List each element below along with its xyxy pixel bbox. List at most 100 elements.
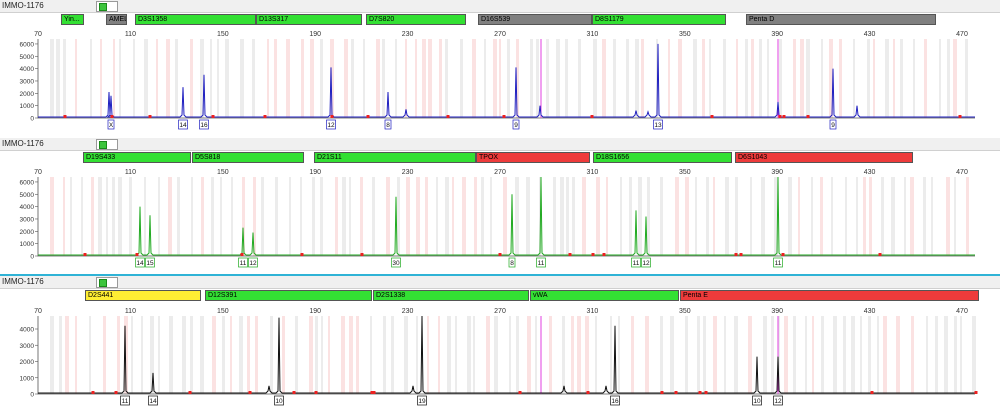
allele-call-label[interactable]: 12 bbox=[327, 122, 335, 129]
allele-call-label[interactable]: 19 bbox=[418, 398, 426, 405]
marker-d21s11[interactable]: D21S11 bbox=[314, 152, 476, 163]
bin-shade bbox=[596, 177, 600, 256]
allele-call-label[interactable]: 14 bbox=[149, 398, 157, 405]
allele-call-label[interactable]: 14 bbox=[136, 260, 144, 267]
allele-call-label[interactable]: 11 bbox=[775, 260, 782, 267]
bin-shade bbox=[312, 177, 315, 256]
marker-d5s818[interactable]: D5S818 bbox=[192, 152, 304, 163]
bin-shade bbox=[736, 39, 738, 118]
bin-shade bbox=[240, 39, 244, 118]
panel-header: IMMO-1176 bbox=[0, 138, 1000, 151]
allele-call-label[interactable]: 12 bbox=[642, 260, 650, 267]
bin-shade bbox=[572, 177, 575, 256]
bin-shade bbox=[117, 316, 120, 394]
marker-d13s317[interactable]: D13S317 bbox=[256, 14, 362, 25]
allele-call-label[interactable]: 11 bbox=[122, 398, 129, 405]
marker-vwa[interactable]: vWA bbox=[530, 290, 679, 301]
bin-shade bbox=[65, 316, 69, 394]
bin-shade bbox=[370, 316, 372, 394]
bin-shade bbox=[267, 39, 269, 118]
allele-call-label[interactable]: 30 bbox=[392, 260, 400, 267]
allele-call-label[interactable]: 14 bbox=[179, 122, 187, 129]
bin-shade bbox=[247, 316, 250, 394]
bin-shade bbox=[473, 316, 475, 394]
dye-color-icon bbox=[99, 3, 107, 11]
bin-shade bbox=[675, 177, 679, 256]
allele-call-label[interactable]: 9 bbox=[514, 122, 518, 129]
bin-shade bbox=[493, 39, 497, 118]
allele-call-label[interactable]: 11 bbox=[538, 260, 545, 267]
marker-penta-d[interactable]: Penta D bbox=[746, 14, 936, 25]
bin-shade bbox=[745, 39, 748, 118]
bin-shade bbox=[620, 177, 622, 256]
artifact-marker bbox=[591, 253, 595, 256]
bin-shade bbox=[395, 39, 397, 118]
bin-shade bbox=[131, 316, 133, 394]
trace-plot[interactable]: 70 110 150 190 230 270 310 350 390 430 47040003000… bbox=[0, 302, 1000, 408]
allele-call-label[interactable]: 16 bbox=[200, 122, 208, 129]
artifact-marker bbox=[518, 391, 522, 394]
rfu-tick-label: 3000 bbox=[20, 343, 35, 350]
dye-toggle-button[interactable] bbox=[96, 277, 118, 288]
marker-tpox[interactable]: TPOX bbox=[476, 152, 590, 163]
marker-d2s441[interactable]: D2S441 bbox=[85, 290, 201, 301]
marker-d2s1338[interactable]: D2S1338 bbox=[373, 290, 529, 301]
allele-call-label[interactable]: 11 bbox=[633, 260, 640, 267]
marker-d12s391[interactable]: D12S391 bbox=[205, 290, 372, 301]
allele-call-label[interactable]: 10 bbox=[753, 398, 761, 405]
allele-call-label[interactable]: X bbox=[109, 122, 114, 129]
allele-call-label[interactable]: 16 bbox=[611, 398, 619, 405]
allele-call-label[interactable]: 12 bbox=[249, 260, 257, 267]
bp-tick-label: 390 bbox=[771, 31, 783, 38]
bp-tick-label: 350 bbox=[679, 31, 691, 38]
marker-d3s1358[interactable]: D3S1358 bbox=[135, 14, 256, 25]
dye-toggle-button[interactable] bbox=[96, 1, 118, 12]
rfu-tick-label: 0 bbox=[30, 116, 34, 123]
artifact-marker bbox=[778, 115, 782, 118]
bin-shade bbox=[703, 316, 706, 394]
bp-tick-label: 430 bbox=[864, 31, 876, 38]
marker-d6s1043[interactable]: D6S1043 bbox=[735, 152, 913, 163]
marker-yin-[interactable]: Yin... bbox=[61, 14, 84, 25]
bin-shade bbox=[779, 39, 782, 118]
allele-call-label[interactable]: 13 bbox=[654, 122, 662, 129]
bin-shade bbox=[360, 177, 363, 256]
bin-shade bbox=[509, 316, 511, 394]
allele-call-label[interactable]: 8 bbox=[510, 260, 514, 267]
bin-shade bbox=[697, 316, 700, 394]
allele-call-label[interactable]: 8 bbox=[386, 122, 390, 129]
bin-shade bbox=[833, 316, 837, 394]
allele-call-label[interactable]: 10 bbox=[275, 398, 283, 405]
bin-shade bbox=[416, 316, 418, 394]
marker-amel[interactable]: AMEL bbox=[106, 14, 127, 25]
allele-call-label[interactable]: 12 bbox=[774, 398, 782, 405]
bp-tick-label: 230 bbox=[402, 31, 414, 38]
marker-d8s1179[interactable]: D8S1179 bbox=[592, 14, 726, 25]
marker-d16s539[interactable]: D16S539 bbox=[478, 14, 592, 25]
bin-shade bbox=[372, 177, 375, 256]
artifact-marker bbox=[446, 115, 450, 118]
marker-d19s433[interactable]: D19S433 bbox=[83, 152, 191, 163]
bp-tick-label: 70 bbox=[34, 308, 42, 315]
bin-shade bbox=[811, 177, 813, 256]
artifact-marker bbox=[878, 253, 882, 256]
marker-d7s820[interactable]: D7S820 bbox=[366, 14, 466, 25]
bin-shade bbox=[793, 39, 796, 118]
trace-plot[interactable]: 70 110 150 190 230 270 310 350 390 430 47060005000… bbox=[0, 26, 1000, 132]
marker-d18s1656[interactable]: D18S1656 bbox=[593, 152, 732, 163]
bp-tick-label: 390 bbox=[771, 169, 783, 176]
bp-tick-label: 350 bbox=[679, 308, 691, 315]
bin-shade bbox=[812, 316, 814, 394]
bin-shade bbox=[935, 316, 938, 394]
allele-call-label[interactable]: 9 bbox=[831, 122, 835, 129]
allele-call-label[interactable]: 15 bbox=[146, 260, 154, 267]
artifact-marker bbox=[63, 115, 67, 118]
bin-shade bbox=[212, 316, 216, 394]
marker-bar: D2S441 D12S391 D2S1338 vWA Penta E bbox=[0, 290, 1000, 302]
marker-penta-e[interactable]: Penta E bbox=[680, 290, 979, 301]
bin-shade bbox=[50, 177, 54, 256]
trace-plot[interactable]: 70 110 150 190 230 270 310 350 390 430 47060005000… bbox=[0, 164, 1000, 270]
allele-call-label[interactable]: 11 bbox=[240, 260, 247, 267]
bp-tick-label: 310 bbox=[587, 169, 599, 176]
dye-toggle-button[interactable] bbox=[96, 139, 118, 150]
